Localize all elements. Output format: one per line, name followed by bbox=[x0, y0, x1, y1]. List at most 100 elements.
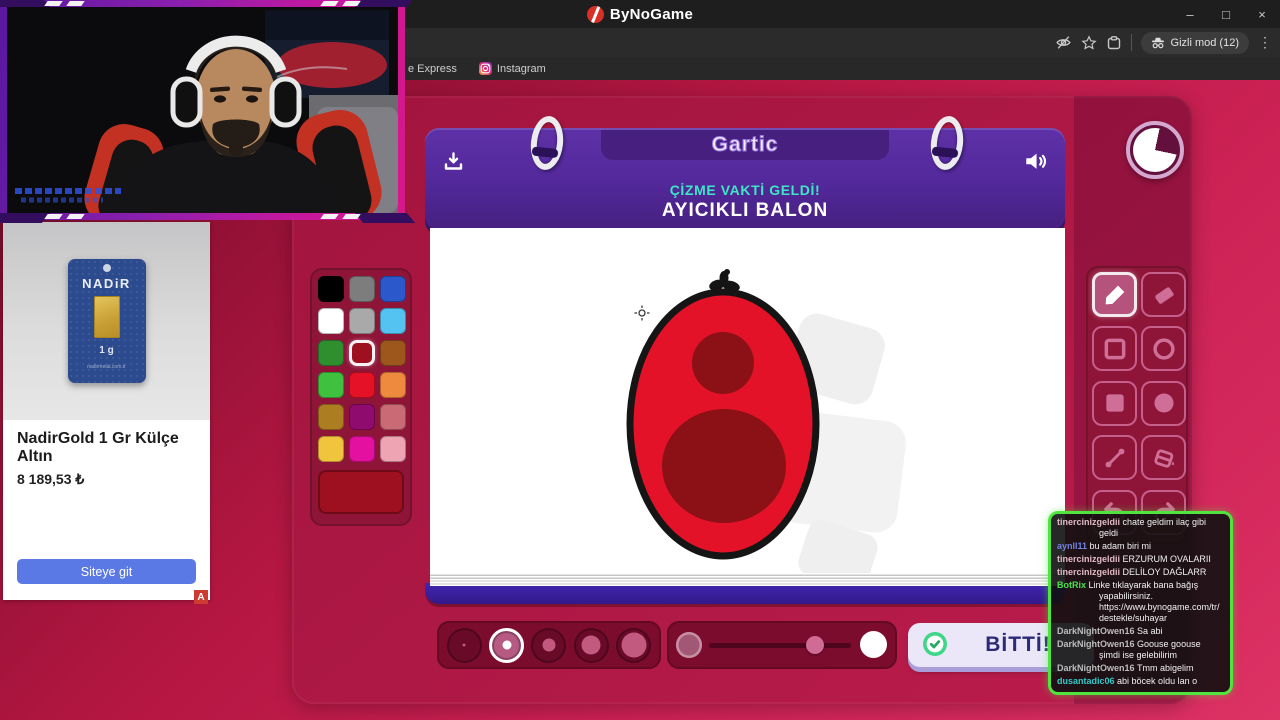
color-swatch[interactable] bbox=[318, 436, 344, 462]
chat-message: DarkNightOwen16 Sa abi bbox=[1057, 626, 1224, 637]
gold-product-card: NADiR 1 g nadirmetal.com.tr bbox=[67, 259, 146, 383]
chat-username: DarkNightOwen16 bbox=[1057, 663, 1138, 673]
color-swatch[interactable] bbox=[380, 276, 406, 302]
card-hole bbox=[102, 264, 111, 272]
color-swatch[interactable] bbox=[349, 372, 375, 398]
color-swatch[interactable] bbox=[349, 404, 375, 430]
round-prompt: ÇİZME VAKTİ GELDİ! bbox=[669, 182, 821, 198]
bookmark-instagram[interactable]: Instagram bbox=[478, 62, 546, 75]
streamer-scene bbox=[7, 7, 398, 213]
chat-message: DarkNightOwen16 Goouse goouse şimdi ise … bbox=[1057, 639, 1224, 661]
chat-text: Sa abi bbox=[1137, 626, 1163, 636]
current-color-swatch bbox=[318, 470, 404, 514]
instagram-icon bbox=[478, 62, 492, 75]
slider-track[interactable] bbox=[709, 643, 851, 648]
toolbar-divider bbox=[1130, 34, 1132, 51]
tool-panel bbox=[1086, 266, 1188, 544]
brush-size-4-button[interactable] bbox=[573, 627, 609, 663]
tool-line-button[interactable] bbox=[1092, 435, 1137, 481]
color-swatch[interactable] bbox=[380, 308, 406, 334]
maximize-button[interactable]: □ bbox=[1208, 0, 1244, 28]
color-swatch[interactable] bbox=[318, 372, 344, 398]
color-swatch[interactable] bbox=[318, 276, 344, 302]
color-swatch[interactable] bbox=[380, 340, 406, 366]
color-swatch[interactable] bbox=[318, 308, 344, 334]
ad-card: NADiR 1 g nadirmetal.com.tr NadirGold 1 … bbox=[3, 222, 210, 600]
brush-size-1-button[interactable] bbox=[446, 627, 482, 663]
tool-pen-button[interactable] bbox=[1092, 272, 1137, 317]
round-header-card: Gartic ÇİZME VAKTİ GELDİ! AYICIKLI BALON bbox=[425, 114, 1065, 230]
minimize-button[interactable]: – bbox=[1172, 0, 1208, 28]
screen: ByNoGame – □ × Gizli mod (12) ⋮ e Expres… bbox=[0, 0, 1280, 720]
ad-price: 8 189,53 ₺ bbox=[17, 471, 85, 487]
color-swatch[interactable] bbox=[380, 372, 406, 398]
color-swatch[interactable] bbox=[349, 436, 375, 462]
tool-ellipse-outline-button[interactable] bbox=[1141, 326, 1186, 372]
chat-username: DarkNightOwen16 bbox=[1057, 639, 1138, 649]
chat-message: tinercinizgeldii ERZURUM OVALARII bbox=[1057, 554, 1224, 565]
chat-message: kaankaradayii bbox=[1057, 511, 1224, 515]
color-swatch[interactable] bbox=[349, 340, 375, 366]
app-logo: ByNoGame bbox=[586, 5, 694, 23]
product-weight: 1 g bbox=[99, 345, 114, 356]
chat-text: abi böcek oldu lan o bbox=[1117, 676, 1198, 686]
color-swatch[interactable] bbox=[318, 340, 344, 366]
slider-max-circle bbox=[860, 631, 887, 658]
round-timer bbox=[1126, 121, 1184, 179]
chat-message: BotRix Linke tıklayarak bana bağış yapab… bbox=[1057, 580, 1224, 624]
ad-cta-button[interactable]: Siteye git bbox=[17, 559, 196, 584]
check-icon bbox=[922, 631, 948, 660]
product-brand: NADiR bbox=[82, 276, 131, 291]
tool-rectangle-outline-button[interactable] bbox=[1092, 326, 1137, 372]
color-swatch[interactable] bbox=[318, 404, 344, 430]
binder-ring-icon bbox=[928, 114, 966, 172]
chat-message: DarkNightOwen16 Tmm abigelim bbox=[1057, 663, 1224, 674]
chat-message: tinercinizgeldii chate geldim ilaç gibi … bbox=[1057, 517, 1224, 539]
tool-ellipse-filled-button[interactable] bbox=[1141, 380, 1186, 426]
timer-pie bbox=[1133, 128, 1177, 172]
chat-text: Linke tıklayarak bana bağış yapabilirsin… bbox=[1088, 580, 1220, 623]
slider-min-circle bbox=[676, 632, 702, 658]
incognito-label: Gizli mod (12) bbox=[1170, 36, 1239, 49]
gartic-logo: Gartic bbox=[711, 132, 779, 156]
close-button[interactable]: × bbox=[1244, 0, 1280, 28]
slider-knob[interactable] bbox=[805, 636, 824, 654]
brush-size-2-button[interactable] bbox=[489, 627, 525, 663]
speaker-icon[interactable] bbox=[1023, 148, 1049, 179]
color-palette bbox=[310, 268, 412, 526]
chat-text: ERZURUM OVALARII bbox=[1122, 554, 1211, 564]
chat-text: DELİLOY DAĞLARR bbox=[1122, 567, 1207, 577]
color-swatch[interactable] bbox=[349, 308, 375, 334]
drawing-canvas[interactable] bbox=[430, 228, 1065, 591]
color-swatch[interactable] bbox=[380, 404, 406, 430]
chat-username: tinercinizgeldii bbox=[1057, 554, 1123, 564]
tool-rectangle-filled-button[interactable] bbox=[1092, 380, 1137, 426]
color-swatch[interactable] bbox=[349, 276, 375, 302]
chat-username: dusantadic06 bbox=[1057, 676, 1118, 686]
bookmark-express[interactable]: e Express bbox=[408, 63, 457, 75]
webcam-overlay bbox=[0, 0, 416, 223]
tool-eraser-button[interactable] bbox=[1141, 272, 1186, 317]
extensions-icon[interactable] bbox=[1106, 35, 1122, 51]
cursor-crosshair-icon bbox=[634, 305, 650, 326]
balloon-drawing bbox=[626, 269, 906, 591]
brush-size-panel bbox=[437, 621, 661, 669]
eye-off-icon[interactable] bbox=[1055, 34, 1072, 51]
tool-fill-bucket-button[interactable] bbox=[1141, 435, 1186, 481]
window-title: ByNoGame bbox=[609, 5, 694, 23]
color-swatch[interactable] bbox=[380, 436, 406, 462]
brush-size-5-button[interactable] bbox=[616, 627, 652, 663]
gartic-logo-band: Gartic bbox=[601, 130, 889, 160]
chat-username: kaankaradayii bbox=[1057, 511, 1119, 514]
incognito-badge[interactable]: Gizli mod (12) bbox=[1140, 31, 1249, 54]
download-icon[interactable] bbox=[441, 150, 466, 179]
chat-message: dusantadic06 abi böcek oldu lan o bbox=[1057, 676, 1224, 687]
thickness-slider bbox=[667, 621, 897, 669]
kebab-menu-icon[interactable]: ⋮ bbox=[1258, 34, 1272, 51]
word-to-draw: AYICIKLI BALON bbox=[661, 200, 829, 221]
ad-product-image: NADiR 1 g nadirmetal.com.tr bbox=[3, 222, 210, 420]
incognito-icon bbox=[1151, 37, 1164, 48]
brush-size-3-button[interactable] bbox=[531, 627, 567, 663]
bookmark-star-icon[interactable] bbox=[1080, 34, 1097, 51]
ad-badge: A bbox=[194, 590, 208, 604]
